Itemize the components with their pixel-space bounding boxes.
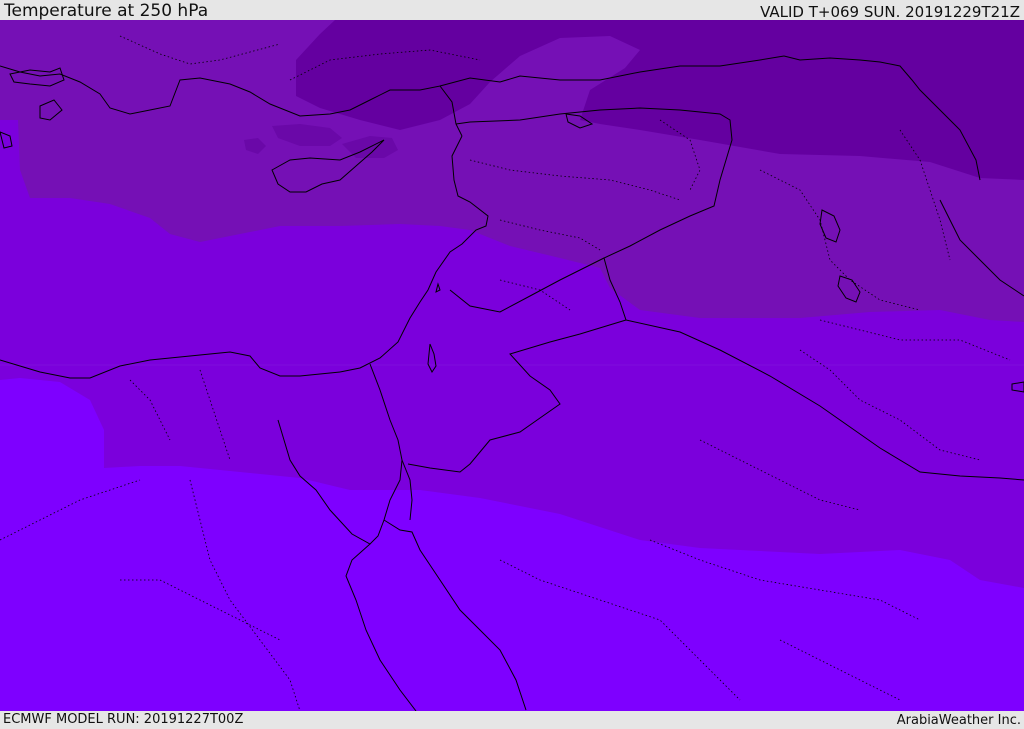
map-canvas xyxy=(0,20,1024,711)
map-figure: Temperature at 250 hPa VALID T+069 SUN. … xyxy=(0,0,1024,729)
credit-label: ArabiaWeather Inc. xyxy=(896,713,1021,728)
map-svg xyxy=(0,20,1024,711)
footer-bar: ECMWF MODEL RUN: 20191227T00Z ArabiaWeat… xyxy=(0,711,1024,729)
header-bar: Temperature at 250 hPa VALID T+069 SUN. … xyxy=(0,0,1024,20)
valid-time-label: VALID T+069 SUN. 20191229T21Z xyxy=(760,3,1020,21)
map-title: Temperature at 250 hPa xyxy=(4,1,209,21)
model-run-label: ECMWF MODEL RUN: 20191227T00Z xyxy=(3,712,244,727)
